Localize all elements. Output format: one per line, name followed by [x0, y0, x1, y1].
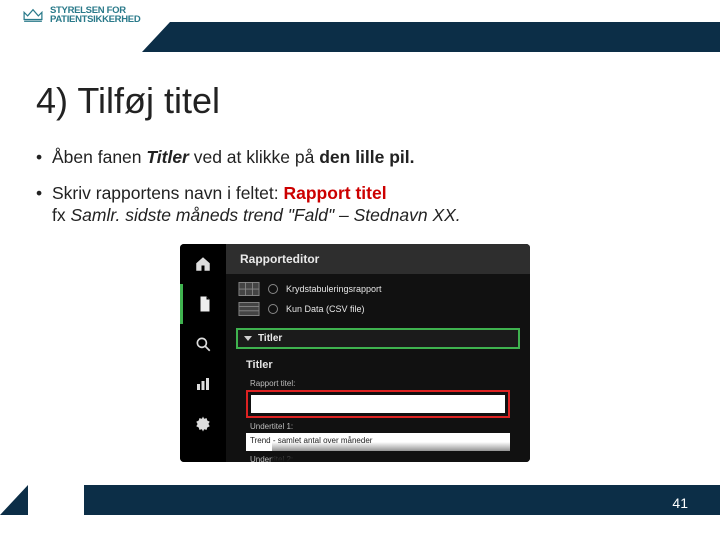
rapport-titel-input[interactable] [251, 395, 505, 413]
slide-title: 4) Tilføj titel [36, 80, 220, 122]
gear-icon[interactable] [180, 404, 226, 444]
chevron-down-icon [244, 336, 252, 341]
csv-thumb-icon [238, 302, 260, 316]
chart-icon[interactable] [180, 364, 226, 404]
bullet-1: Åben fanen Titler ved at klikke på den l… [36, 146, 684, 168]
home-icon[interactable] [180, 244, 226, 284]
file-icon[interactable] [180, 284, 226, 324]
scroll-fade [272, 442, 530, 462]
editor-panel: Rapporteditor Krydstabuleringsrapport [226, 244, 530, 462]
bullet-2: Skriv rapportens navn i feltet: Rapport … [36, 182, 684, 226]
logo-text: STYRELSEN FOR PATIENTSIKKERHED [50, 6, 140, 24]
header-bar-notch [142, 22, 170, 52]
logo: STYRELSEN FOR PATIENTSIKKERHED [22, 6, 140, 24]
header: STYRELSEN FOR PATIENTSIKKERHED [0, 0, 720, 58]
footer-bar [84, 485, 720, 515]
footer [0, 482, 720, 518]
panel-title: Rapporteditor [226, 244, 530, 274]
field-label-undertitel1: Undertitel 1: [250, 422, 510, 431]
page-number: 41 [672, 495, 688, 511]
field-label-rapport-titel: Rapport titel: [250, 379, 510, 388]
header-bar [142, 22, 720, 52]
sidebar [180, 244, 226, 462]
radio-crosstab[interactable]: Krydstabuleringsrapport [238, 282, 518, 296]
footer-bar-notch [0, 485, 28, 515]
logo-line2: PATIENTSIKKERHED [50, 15, 140, 24]
slide: STYRELSEN FOR PATIENTSIKKERHED 4) Tilføj… [0, 0, 720, 540]
radio-dot-icon [268, 304, 278, 314]
search-icon[interactable] [180, 324, 226, 364]
embedded-screenshot: Rapporteditor Krydstabuleringsrapport [180, 244, 530, 462]
rapport-titel-highlight [246, 390, 510, 418]
header-bar-fill [170, 22, 720, 52]
bullet-list: Åben fanen Titler ved at klikke på den l… [36, 146, 684, 240]
radio-dot-icon [268, 284, 278, 294]
app-window: Rapporteditor Krydstabuleringsrapport [180, 244, 530, 462]
accordion-titler[interactable]: Titler [236, 328, 520, 349]
crosstab-thumb-icon [238, 282, 260, 296]
radio-csv[interactable]: Kun Data (CSV file) [238, 302, 518, 316]
crown-icon [22, 7, 44, 23]
section-heading: Titler [246, 359, 510, 371]
report-type-radios: Krydstabuleringsrapport Kun Data (CSV fi… [226, 274, 530, 322]
